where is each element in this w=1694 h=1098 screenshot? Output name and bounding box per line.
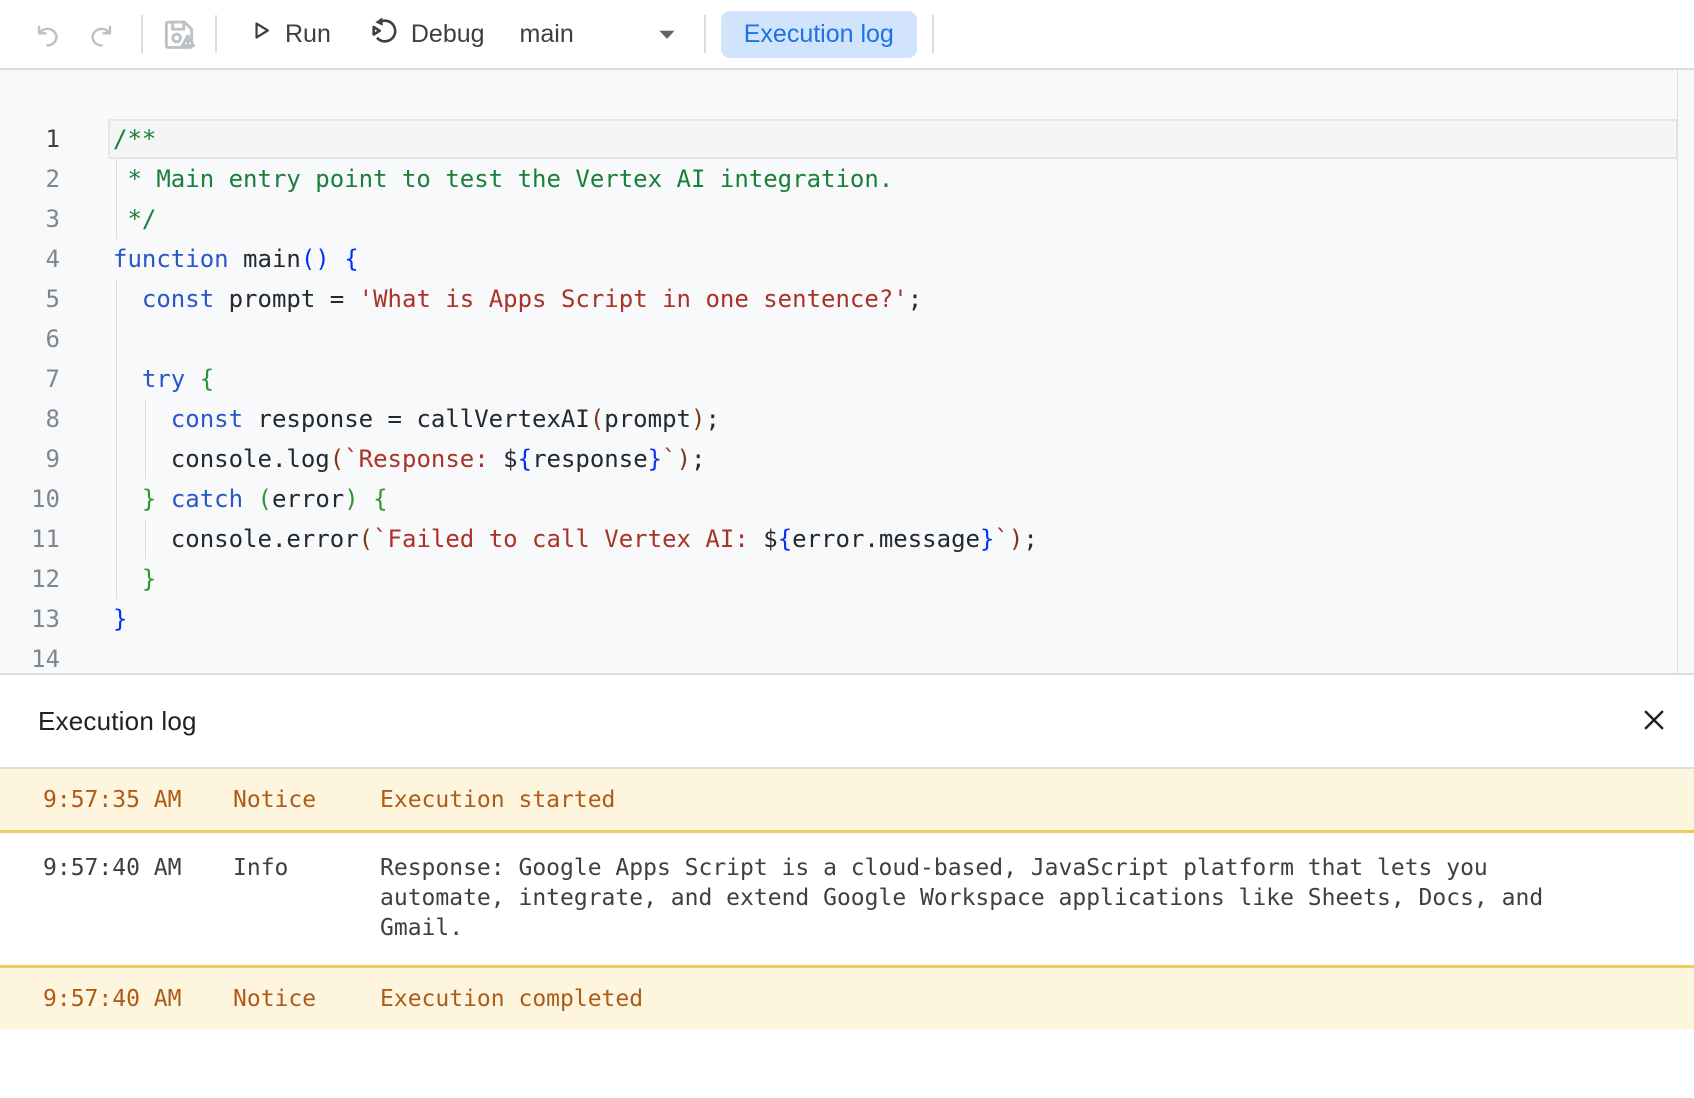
line-number: 5 xyxy=(0,279,60,319)
toolbar: Run Debug main Execution log xyxy=(0,0,1694,70)
close-icon xyxy=(1640,706,1668,737)
code-line[interactable]: 13} xyxy=(0,599,1694,639)
log-level: Notice xyxy=(233,785,380,815)
code-line[interactable]: 1 /** xyxy=(0,119,1694,159)
run-button[interactable]: Run xyxy=(247,17,331,51)
editor-lines: 1/**2 * Main entry point to test the Ver… xyxy=(0,70,1694,675)
code-line[interactable]: 11 console.error(`Failed to call Vertex … xyxy=(0,519,1694,559)
log-message: Response: Google Apps Script is a cloud-… xyxy=(380,853,1560,943)
log-time: 9:57:35 AM xyxy=(43,785,233,815)
line-number: 10 xyxy=(0,479,60,519)
indent-guide xyxy=(116,319,117,359)
line-number: 14 xyxy=(0,639,60,675)
code-text: const prompt = 'What is Apps Script in o… xyxy=(113,279,922,319)
code-line[interactable]: 14 xyxy=(0,639,1694,675)
code-line[interactable]: 4 function main() { xyxy=(0,239,1694,279)
code-text: console.log(`Response: ${response}`); xyxy=(113,439,705,479)
debug-label: Debug xyxy=(411,20,485,49)
editor[interactable]: 1/**2 * Main entry point to test the Ver… xyxy=(0,70,1694,675)
code-line[interactable]: 10 } catch (error) { xyxy=(0,479,1694,519)
toolbar-divider xyxy=(704,15,706,53)
code-line[interactable]: 8 const response = callVertexAI(prompt); xyxy=(0,399,1694,439)
dropdown-caret-icon xyxy=(654,21,680,47)
save-button[interactable] xyxy=(159,15,199,53)
redo-button[interactable] xyxy=(84,20,118,49)
code-text: } xyxy=(113,559,156,599)
code-text: * Main entry point to test the Vertex AI… xyxy=(113,159,893,199)
line-number: 4 xyxy=(0,239,60,279)
line-number: 13 xyxy=(0,599,60,639)
code-line[interactable]: 5 const prompt = 'What is Apps Script in… xyxy=(0,279,1694,319)
toolbar-divider xyxy=(932,15,934,53)
log-time: 9:57:40 AM xyxy=(43,984,233,1014)
code-line[interactable]: 3 */ xyxy=(0,199,1694,239)
code-text: console.error(`Failed to call Vertex AI:… xyxy=(113,519,1038,559)
code-line[interactable]: 12 } xyxy=(0,559,1694,599)
code-text: function main() { xyxy=(113,239,359,279)
close-button[interactable] xyxy=(1638,704,1670,739)
log-message: Execution started xyxy=(380,785,1560,815)
code-text: } xyxy=(113,599,127,639)
redo-icon xyxy=(87,20,116,49)
log-message: Execution completed xyxy=(380,984,1560,1014)
line-number: 6 xyxy=(0,319,60,359)
code-line[interactable]: 9 console.log(`Response: ${response}`); xyxy=(0,439,1694,479)
code-text: /** xyxy=(113,119,156,159)
line-number: 8 xyxy=(0,399,60,439)
code-text: */ xyxy=(113,199,156,239)
line-number: 3 xyxy=(0,199,60,239)
function-selector-dropdown[interactable]: main xyxy=(520,20,680,49)
log-time: 9:57:40 AM xyxy=(43,853,233,883)
code-line[interactable]: 7 try { xyxy=(0,359,1694,399)
execution-log-button-label: Execution log xyxy=(744,20,894,49)
log-entry: 9:57:40 AMNoticeExecution completed xyxy=(0,968,1694,1029)
execution-log-header: Execution log xyxy=(0,675,1694,769)
execution-log-panel: Execution log 9:57:35 AMNoticeExecution … xyxy=(0,675,1694,1029)
line-number: 9 xyxy=(0,439,60,479)
line-number: 12 xyxy=(0,559,60,599)
line-number: 1 xyxy=(0,119,60,159)
log-entries: 9:57:35 AMNoticeExecution started9:57:40… xyxy=(0,769,1694,1029)
debug-restart-icon xyxy=(369,15,400,53)
toolbar-divider xyxy=(215,15,217,53)
function-selector-value: main xyxy=(520,20,574,49)
toolbar-divider xyxy=(141,15,143,53)
play-outline-icon xyxy=(247,17,274,51)
execution-log-button[interactable]: Execution log xyxy=(721,11,917,58)
line-number: 7 xyxy=(0,359,60,399)
execution-log-title: Execution log xyxy=(38,706,197,737)
code-text: const response = callVertexAI(prompt); xyxy=(113,399,720,439)
code-text: try { xyxy=(113,359,214,399)
code-line[interactable]: 6 xyxy=(0,319,1694,359)
run-label: Run xyxy=(285,20,331,49)
line-number: 11 xyxy=(0,519,60,559)
undo-button[interactable] xyxy=(30,20,64,49)
log-entry: 9:57:35 AMNoticeExecution started xyxy=(0,769,1694,830)
log-entry: 9:57:40 AMInfoResponse: Google Apps Scri… xyxy=(0,830,1694,968)
line-number: 2 xyxy=(0,159,60,199)
log-level: Info xyxy=(233,853,380,883)
code-text: } catch (error) { xyxy=(113,479,388,519)
save-with-warning-icon xyxy=(160,15,198,53)
code-line[interactable]: 2 * Main entry point to test the Vertex … xyxy=(0,159,1694,199)
log-level: Notice xyxy=(233,984,380,1014)
undo-icon xyxy=(33,20,62,49)
debug-button[interactable]: Debug xyxy=(369,15,485,53)
